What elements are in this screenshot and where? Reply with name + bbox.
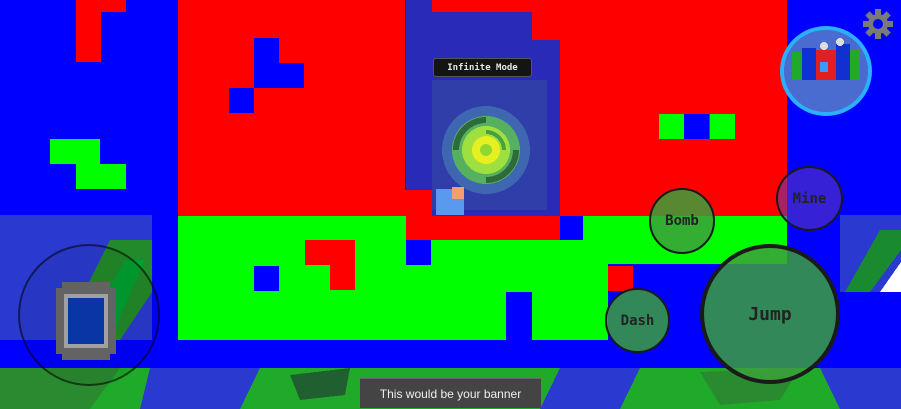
dash-button[interactable]: Dash <box>605 288 670 353</box>
mine-button[interactable]: Mine <box>776 166 843 231</box>
player-character <box>436 187 464 215</box>
gear-icon[interactable] <box>862 8 894 40</box>
minimap-view <box>784 30 868 112</box>
right-hill <box>840 215 901 292</box>
ad-banner[interactable]: This would be your banner <box>360 378 541 408</box>
jump-button[interactable]: Jump <box>700 244 840 384</box>
dash-label: Dash <box>620 312 655 329</box>
minimap[interactable] <box>780 26 872 116</box>
mine-label: Mine <box>792 190 827 207</box>
mode-label: Infinite Mode <box>433 58 532 77</box>
bomb-label: Bomb <box>665 213 699 229</box>
movement-joystick[interactable] <box>18 244 160 386</box>
bomb-button[interactable]: Bomb <box>649 188 715 254</box>
jump-label: Jump <box>748 303 792 325</box>
